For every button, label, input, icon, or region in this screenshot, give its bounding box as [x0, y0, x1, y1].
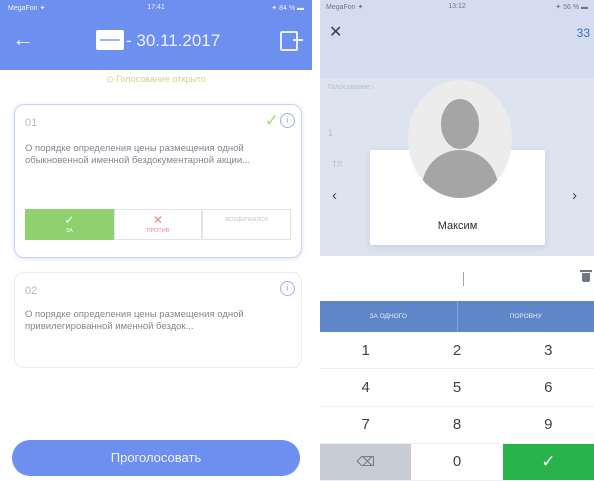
exit-icon[interactable] — [280, 31, 303, 51]
question-card-02[interactable]: 02 i О порядке определения цены размещен… — [14, 272, 302, 368]
text-cursor — [463, 272, 464, 286]
status-bar: MegaFon ✦ 17:41 ✦ 84 % ▬ — [0, 0, 312, 16]
question-number: 02 — [25, 285, 38, 297]
vote-against-button[interactable]: ✕ ПРОТИВ — [113, 209, 203, 240]
chevron-left-icon[interactable]: ‹ — [332, 187, 337, 204]
battery: ✦ 56 % ▬ — [555, 4, 588, 11]
vote-options: ✓ ЗА ✕ ПРОТИВ ВОЗДЕРЖАЛСЯ — [25, 209, 292, 240]
key-8[interactable]: 8 — [411, 407, 503, 444]
back-arrow-icon[interactable]: ← — [12, 28, 34, 50]
voting-screen: MegaFon ✦ 17:41 ✦ 84 % ▬ ← - 30.11.2017 … — [0, 0, 312, 481]
info-icon[interactable]: i — [280, 113, 295, 128]
key-5[interactable]: 5 — [411, 369, 503, 407]
check-icon: ✓ — [64, 213, 75, 227]
battery: ✦ 84 % ▬ — [271, 5, 304, 12]
voting-status: ⊙ Голосование открыто — [106, 74, 206, 84]
key-3[interactable]: 3 — [502, 332, 594, 370]
votes-counter: 33 — [576, 26, 590, 40]
vote-against-label: ПРОТИВ — [146, 228, 170, 234]
background-row: ТЛ — [332, 160, 342, 169]
key-4[interactable]: 4 — [320, 369, 412, 407]
vote-distribution-screen: MegaFon ✦ 13:12 ✦ 56 % ▬ ✕ 33 Голосовани… — [320, 0, 594, 481]
distribution-mode: ЗА ОДНОГО ПОРОВНУ — [320, 301, 594, 332]
vote-abstain-label: ВОЗДЕРЖАЛСЯ — [225, 217, 268, 223]
meeting-date: - 30.11.2017 — [126, 31, 221, 50]
submit-vote-button[interactable]: Проголосовать — [12, 440, 300, 476]
clock: 17:41 — [147, 4, 165, 11]
background-row: 1 — [328, 128, 334, 138]
document-icon — [96, 30, 124, 50]
backspace-icon[interactable]: ⌫ — [320, 443, 412, 481]
candidate-name: Максим — [437, 220, 478, 232]
person-silhouette-icon — [408, 80, 512, 198]
close-icon[interactable]: ✕ — [329, 22, 342, 42]
key-1[interactable]: 1 — [320, 332, 412, 370]
cross-icon: ✕ — [152, 213, 164, 227]
vote-for-label: ЗА — [65, 228, 73, 234]
key-9[interactable]: 9 — [502, 407, 594, 444]
info-icon[interactable]: i — [280, 281, 295, 296]
key-2[interactable]: 2 — [411, 332, 503, 370]
app-header: MegaFon ✦ 17:41 ✦ 84 % ▬ ← - 30.11.2017 — [0, 0, 312, 70]
key-7[interactable]: 7 — [320, 407, 412, 444]
vote-abstain-button[interactable]: ВОЗДЕРЖАЛСЯ — [202, 209, 292, 240]
status-bar: MegaFon ✦ 13:12 ✦ 56 % ▬ — [320, 0, 594, 14]
votes-input[interactable] — [320, 256, 594, 301]
chevron-right-icon[interactable]: › — [572, 187, 577, 204]
key-6[interactable]: 6 — [502, 369, 594, 407]
numeric-keypad: 1 2 3 4 5 6 7 8 9 ⌫ 0 ✓ — [320, 332, 594, 481]
question-number: 01 — [25, 117, 38, 129]
vote-for-button[interactable]: ✓ ЗА — [25, 209, 114, 240]
confirm-button[interactable]: ✓ — [502, 443, 594, 481]
trash-icon[interactable] — [580, 270, 592, 282]
checkmark-icon: ✓ — [264, 111, 279, 130]
key-0[interactable]: 0 — [411, 444, 503, 481]
question-card-01[interactable]: 01 ✓ i О порядке определения цены размещ… — [14, 104, 302, 258]
question-text: О порядке определения цены размещения од… — [25, 309, 244, 332]
mode-for-one-button[interactable]: ЗА ОДНОГО — [320, 301, 457, 332]
app-header: MegaFon ✦ 13:12 ✦ 56 % ▬ ✕ 33 — [320, 0, 594, 78]
mode-equal-button[interactable]: ПОРОВНУ — [456, 301, 594, 332]
background-label: Голосование › — [328, 84, 375, 91]
question-text: О порядке определения цены размещения од… — [25, 143, 251, 166]
clock: 13:12 — [448, 3, 466, 10]
